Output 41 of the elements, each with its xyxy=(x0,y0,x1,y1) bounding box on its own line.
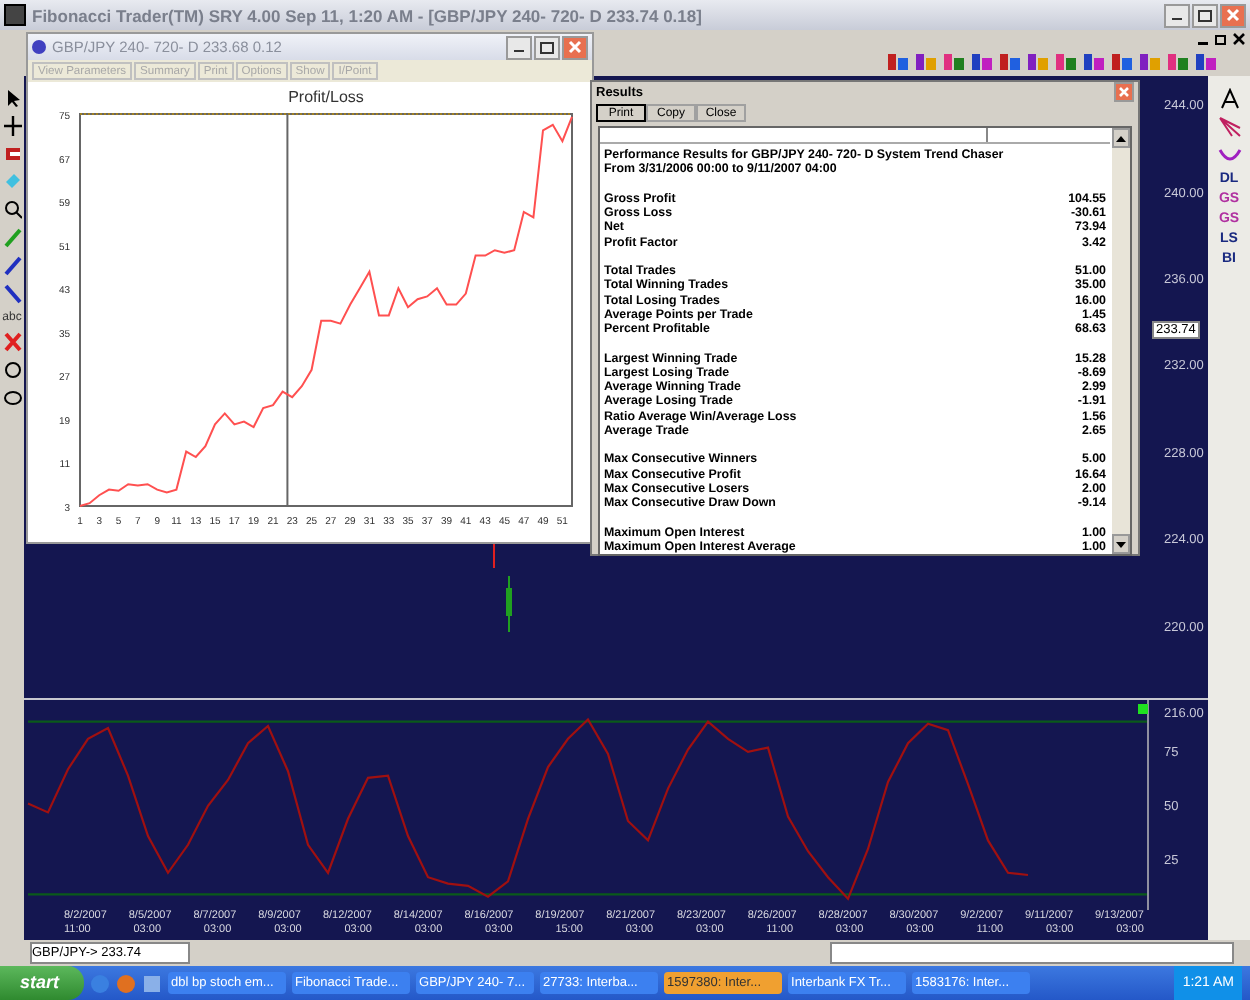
app-icon xyxy=(32,40,46,54)
close-icon xyxy=(568,40,582,54)
marker-icon xyxy=(1138,704,1148,714)
close-icon[interactable] xyxy=(1232,31,1246,45)
app-icon xyxy=(4,4,26,26)
chart-tool-icon[interactable] xyxy=(970,50,994,74)
text-tool-icon[interactable] xyxy=(1217,88,1241,110)
chart-tool-icon[interactable] xyxy=(1026,50,1050,74)
chart-tool-icon[interactable] xyxy=(1138,50,1162,74)
arc-icon[interactable] xyxy=(1217,144,1241,166)
line-series xyxy=(26,718,1030,901)
chart-tool-icon[interactable] xyxy=(942,50,966,74)
minimize-button[interactable] xyxy=(1164,3,1190,27)
chart-tool-icon[interactable] xyxy=(886,50,910,74)
magnet-icon[interactable] xyxy=(3,144,21,164)
pointer-icon[interactable] xyxy=(3,88,21,108)
start-button[interactable]: start xyxy=(0,966,84,1000)
restore-icon[interactable] xyxy=(1214,31,1228,45)
chart-tool-icon[interactable] xyxy=(998,50,1022,74)
maximize-button[interactable] xyxy=(534,35,560,59)
crosshair-icon[interactable] xyxy=(3,116,21,136)
chart-tool-icon[interactable] xyxy=(1054,50,1078,74)
fan-lines-icon[interactable] xyxy=(1217,116,1241,138)
window-title: Fibonacci Trader(TM) SRY 4.00 Sep 11, 1:20 AM - [GBP/JPY 240- 720- D 233.74 0.18] xyxy=(32,5,702,25)
chart-tool-icon[interactable] xyxy=(1110,50,1134,74)
scrollbar[interactable] xyxy=(1112,128,1130,554)
scroll-up-icon[interactable] xyxy=(1112,128,1130,148)
close-icon xyxy=(1118,86,1130,98)
chart-tool-icon[interactable] xyxy=(914,50,938,74)
chart-tool-icon[interactable] xyxy=(1082,50,1106,74)
chart-title: Profit/Loss xyxy=(288,88,364,106)
scroll-down-icon[interactable] xyxy=(1112,534,1130,554)
zoom-icon[interactable] xyxy=(3,200,21,220)
close-button[interactable] xyxy=(1114,82,1134,102)
delete-icon[interactable] xyxy=(3,332,21,352)
minimize-button[interactable] xyxy=(506,35,532,59)
chart-tool-icon[interactable] xyxy=(1194,50,1218,74)
maximize-button[interactable] xyxy=(1192,3,1218,27)
close-icon xyxy=(1226,8,1240,22)
window-icon[interactable] xyxy=(141,973,162,993)
line-series xyxy=(79,115,573,507)
